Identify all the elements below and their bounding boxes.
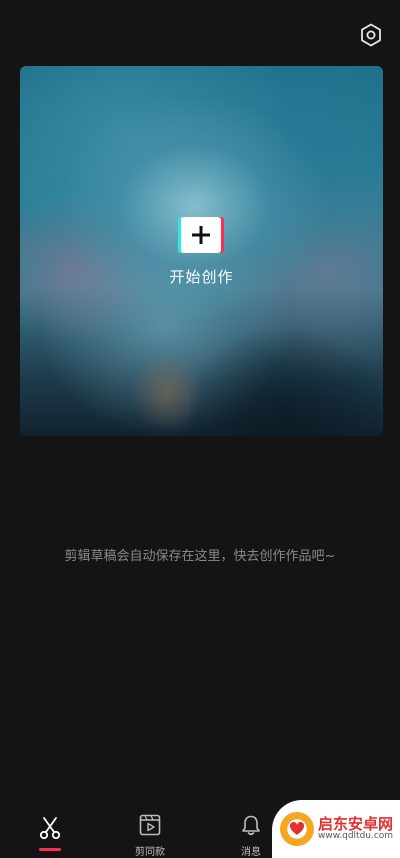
start-creation-card[interactable]: 开始创作	[20, 66, 383, 436]
plus-button-face	[181, 217, 221, 253]
watermark-text: 启东安卓网 www.qdltdu.com	[318, 816, 393, 842]
watermark-logo-icon	[280, 812, 314, 846]
scissors-icon	[39, 817, 61, 840]
settings-hexagon-icon	[361, 23, 381, 47]
bell-icon	[242, 815, 260, 836]
tab-templates[interactable]: 剪同款	[110, 802, 190, 858]
watermark-title: 启东安卓网	[318, 814, 394, 833]
start-creation-label: 开始创作	[169, 268, 234, 286]
tab-templates-label: 剪同款	[135, 847, 165, 858]
settings-button[interactable]	[358, 22, 384, 48]
video-template-icon	[139, 814, 161, 836]
hero-image-detail	[132, 356, 202, 436]
new-project-button[interactable]	[178, 217, 224, 253]
plus-icon	[192, 226, 210, 244]
watermark-heart-icon	[289, 821, 305, 835]
site-watermark: 启东安卓网 www.qdltdu.com	[272, 800, 400, 858]
tab-edit[interactable]	[10, 802, 90, 858]
hero-background-image	[190, 296, 380, 436]
watermark-url: www.qdltdu.com	[318, 831, 394, 842]
empty-drafts-hint: 剪辑草稿会自动保存在这里，快去创作作品吧~	[64, 549, 336, 564]
active-tab-indicator	[39, 848, 61, 851]
